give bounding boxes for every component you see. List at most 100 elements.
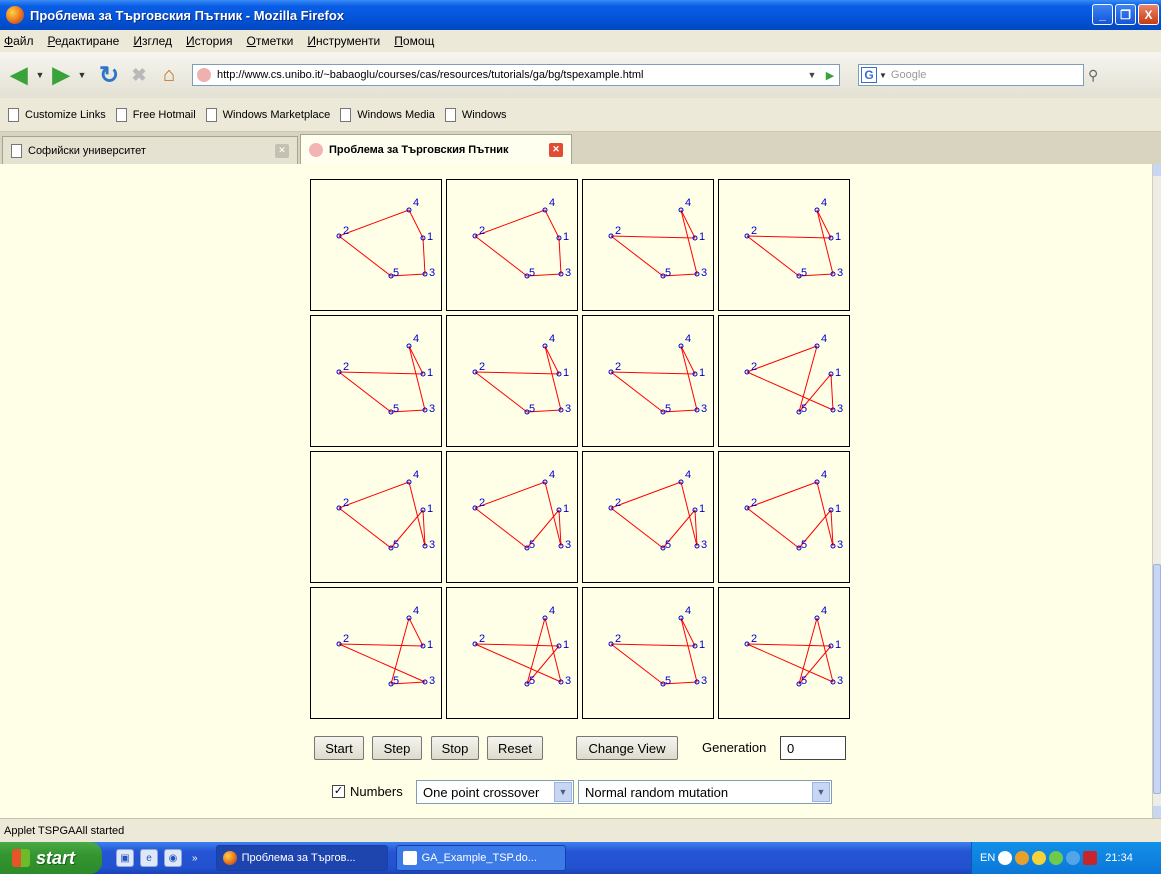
bookmark-item[interactable]: Windows Media	[340, 107, 435, 122]
minimize-button[interactable]: _	[1092, 4, 1113, 25]
city-label: 3	[701, 267, 707, 279]
language-indicator[interactable]: EN	[980, 852, 995, 864]
city-label: 3	[565, 403, 571, 415]
generation-field[interactable]: 0	[780, 736, 846, 760]
tour-edge	[746, 345, 818, 373]
menu-tools[interactable]: Инструменти	[307, 34, 380, 48]
monitor-icon[interactable]	[1066, 851, 1081, 865]
city-label: 5	[801, 267, 807, 279]
desktop-icon[interactable]: ▣	[116, 849, 134, 867]
city-label: 5	[665, 403, 671, 415]
tour-edge	[746, 643, 834, 683]
chevron-down-icon[interactable]: ▼	[554, 782, 572, 802]
taskbar-item-word[interactable]: GA_Example_TSP.do...	[395, 845, 566, 871]
back-history-dropdown-icon[interactable]: ▼	[34, 60, 46, 90]
tour-edge	[746, 235, 832, 239]
tour-edge	[338, 371, 424, 375]
bookmark-item[interactable]: Windows Marketplace	[205, 107, 330, 122]
page-icon	[444, 107, 456, 122]
menu-help[interactable]: Помощ	[394, 34, 434, 48]
tour-plot: 1 2 3 4 5	[608, 333, 707, 415]
tour-panel: 1 2 3 4 5	[718, 179, 850, 311]
scroll-thumb[interactable]	[1153, 564, 1161, 794]
numbers-checkbox[interactable]: ✓	[332, 785, 345, 798]
tour-panel: 1 2 3 4 5	[446, 587, 578, 719]
tour-edge	[544, 617, 562, 683]
tab-sofia-university[interactable]: Софийски университет ✕	[2, 136, 298, 164]
reload-icon[interactable]: ↻	[94, 60, 124, 90]
chevron-right-icon[interactable]: »	[192, 853, 198, 864]
media-icon[interactable]: ◉	[164, 849, 182, 867]
applet-controls: Start Step Stop Reset Change View Genera…	[0, 736, 1152, 764]
system-tray: EN 21:34	[971, 842, 1161, 874]
vertical-scrollbar[interactable]	[1152, 164, 1161, 818]
tour-panel: 1 2 3 4 5	[310, 179, 442, 311]
city-label: 2	[343, 497, 349, 509]
stop-icon[interactable]: ✖	[124, 60, 154, 90]
start-button[interactable]: Start	[314, 736, 364, 760]
search-engine-icon[interactable]: G	[861, 67, 877, 83]
home-icon[interactable]: ⌂	[154, 60, 184, 90]
change-view-button[interactable]: Change View	[576, 736, 678, 760]
city-label: 4	[549, 605, 555, 617]
city-label: 1	[427, 503, 433, 515]
tour-panel: 1 2 3 4 5	[582, 587, 714, 719]
forward-arrow-icon[interactable]: ▶	[46, 60, 76, 90]
search-engine-dropdown-icon[interactable]: ▼	[879, 71, 887, 80]
back-arrow-icon[interactable]: ◀	[4, 60, 34, 90]
java-icon[interactable]	[1015, 851, 1030, 865]
security-icon[interactable]	[1049, 851, 1064, 865]
bookmark-item[interactable]: Free Hotmail	[115, 107, 196, 122]
menu-view[interactable]: Изглед	[133, 34, 172, 48]
tab-close-icon[interactable]: ✕	[549, 142, 563, 157]
word-document-icon	[402, 851, 417, 865]
tour-grid: 1 2 3 4 5 1 2 3 4 5 1 2 3 4 5 1 2 3 4 5 1 2 3 4 5 1 2 3 4 5 1 2 3 4 5 1 2 3 4 5…	[310, 179, 850, 719]
stop-button[interactable]: Stop	[431, 736, 479, 760]
tour-edge	[338, 209, 410, 237]
start-button-taskbar[interactable]: start	[0, 842, 102, 874]
crossover-select[interactable]: One point crossover ▼	[416, 780, 574, 804]
network-icon[interactable]	[1032, 851, 1047, 865]
mutation-select[interactable]: Normal random mutation ▼	[578, 780, 832, 804]
tab-tsp-problem[interactable]: Проблема за Търговския Пътник ✕	[300, 134, 572, 164]
scroll-down-arrow[interactable]	[1153, 806, 1161, 818]
tour-panel: 1 2 3 4 5	[310, 451, 442, 583]
tour-plot: 1 2 3 4 5	[336, 333, 435, 415]
tab-close-icon[interactable]: ✕	[275, 143, 289, 158]
tray-app-icon[interactable]	[998, 851, 1013, 865]
forward-history-dropdown-icon[interactable]: ▼	[76, 60, 88, 90]
menu-edit[interactable]: Редактиране	[48, 34, 120, 48]
url-dropdown-icon[interactable]: ▼	[803, 70, 821, 80]
tour-plot: 1 2 3 4 5	[336, 469, 435, 551]
chevron-down-icon[interactable]: ▼	[812, 782, 830, 802]
taskbar-item-firefox[interactable]: Проблема за Търгов...	[215, 845, 388, 871]
tour-plot: 1 2 3 4 5	[608, 605, 707, 687]
menu-bookmarks[interactable]: Отметки	[247, 34, 294, 48]
tour-edge	[610, 643, 664, 685]
step-button[interactable]: Step	[372, 736, 422, 760]
tour-edge	[338, 371, 392, 413]
tour-edge	[474, 643, 562, 683]
tour-plot: 1 2 3 4 5	[608, 197, 707, 279]
reset-button[interactable]: Reset	[487, 736, 543, 760]
ie-icon[interactable]: e	[140, 849, 158, 867]
search-magnifier-icon[interactable]: ⚲	[1088, 67, 1098, 84]
go-arrow-icon[interactable]: ▶	[821, 69, 839, 82]
search-placeholder[interactable]: Google	[891, 69, 926, 81]
tour-edge	[610, 235, 696, 239]
search-box[interactable]: G ▼ Google	[858, 64, 1084, 86]
bookmark-item[interactable]: Customize Links	[8, 107, 106, 122]
scroll-up-arrow[interactable]	[1153, 164, 1161, 176]
close-button[interactable]: X	[1138, 4, 1159, 25]
maximize-button[interactable]: ❐	[1115, 4, 1136, 25]
bookmark-item[interactable]: Windows	[444, 107, 507, 122]
tour-edge	[680, 345, 698, 411]
address-bar[interactable]: http://www.cs.unibo.it/~babaoglu/courses…	[192, 64, 840, 86]
tour-edge	[558, 237, 562, 275]
ati-icon[interactable]	[1083, 851, 1098, 865]
url-text[interactable]: http://www.cs.unibo.it/~babaoglu/courses…	[217, 69, 803, 81]
city-label: 5	[393, 403, 399, 415]
menu-file[interactable]: Файл	[4, 34, 34, 48]
tour-edge	[680, 617, 696, 647]
menu-history[interactable]: История	[186, 34, 233, 48]
